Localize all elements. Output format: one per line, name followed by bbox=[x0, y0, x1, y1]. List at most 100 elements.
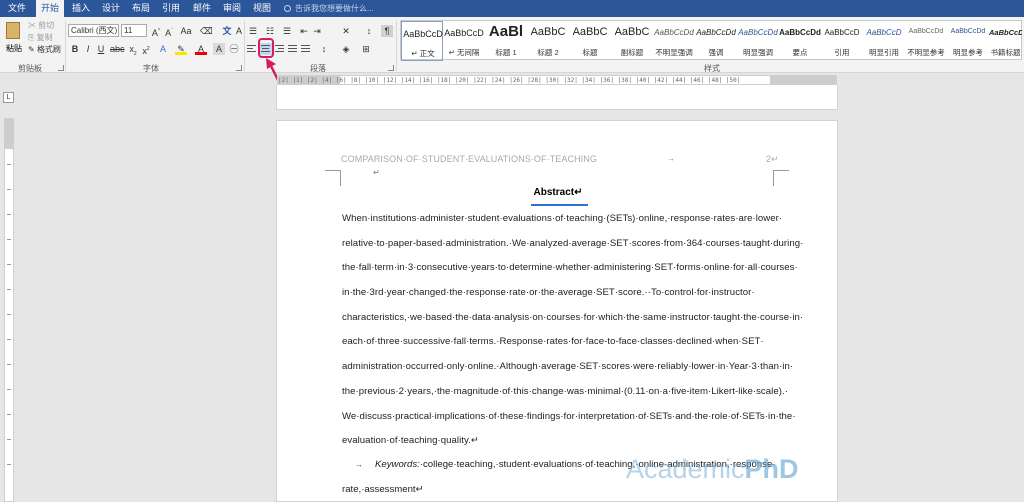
style-name: 书籍标题 bbox=[990, 48, 1021, 57]
subscript-icon[interactable]: x2 bbox=[127, 43, 139, 57]
style-intense-quote[interactable]: AaBbCcD 明显引用 bbox=[863, 21, 905, 61]
style-heading-2[interactable]: AaBbC 标题 2 bbox=[527, 21, 569, 61]
tab-selector-button[interactable]: L bbox=[3, 92, 14, 103]
style-subtle-emphasis[interactable]: AaBbCcDd 不明显强调 bbox=[653, 21, 695, 61]
tab-layout[interactable]: 布局 bbox=[128, 0, 154, 17]
align-right-icon[interactable] bbox=[273, 43, 286, 55]
change-case-icon[interactable]: Aa bbox=[180, 25, 192, 37]
style-sample: AaBbCcD bbox=[866, 28, 902, 37]
style-sample: AaBbCcDd bbox=[908, 28, 944, 35]
format-painter-button[interactable]: ✎ 格式刷 bbox=[28, 44, 61, 55]
superscript-icon[interactable]: x2 bbox=[140, 43, 152, 56]
tab-mailings[interactable]: 邮件 bbox=[189, 0, 215, 17]
bullets-icon[interactable]: ☰ bbox=[247, 25, 259, 37]
ribbon: 粘贴 ✂ 剪切 ⎘ 复制 ✎ 格式刷 剪贴板 Calibri (西文) 11 A… bbox=[0, 17, 1024, 73]
tab-insert[interactable]: 插入 bbox=[68, 0, 94, 17]
enclose-char-icon[interactable]: ㊀ bbox=[228, 43, 240, 55]
decrease-indent-icon[interactable]: ⇤ bbox=[298, 25, 310, 37]
style-name: 要点 bbox=[792, 48, 808, 57]
bold-icon[interactable]: B bbox=[69, 43, 81, 55]
cut-button[interactable]: ✂ 剪切 bbox=[28, 20, 54, 31]
font-size-select[interactable]: 11 bbox=[121, 24, 147, 37]
text-effects-icon[interactable]: A bbox=[157, 43, 169, 55]
style-name: 副标题 bbox=[620, 48, 644, 57]
font-name-select[interactable]: Calibri (西文) bbox=[68, 24, 119, 37]
font-launcher[interactable] bbox=[236, 65, 242, 71]
tab-design[interactable]: 设计 bbox=[98, 0, 124, 17]
tell-me-search[interactable]: 告诉我您想要做什么... bbox=[284, 0, 374, 17]
crop-mark bbox=[325, 170, 341, 171]
style-name: ↵ 无间隔 bbox=[448, 48, 480, 57]
cut-label: 剪切 bbox=[38, 21, 55, 30]
underline-icon[interactable]: U bbox=[95, 43, 107, 55]
ruler-tick bbox=[7, 189, 11, 190]
copy-button[interactable]: ⎘ 复制 bbox=[28, 32, 53, 43]
style-sample: AaBl bbox=[488, 23, 524, 40]
shrink-font-icon[interactable]: Aˇ bbox=[163, 25, 175, 38]
vertical-ruler[interactable] bbox=[4, 118, 14, 502]
sort-icon[interactable]: ↕ bbox=[363, 25, 375, 37]
style-intense-emphasis[interactable]: AaBbCcDd 明显强调 bbox=[737, 21, 779, 61]
borders-icon[interactable]: ⊞ bbox=[360, 43, 372, 55]
crop-mark bbox=[773, 170, 789, 171]
justify-icon[interactable] bbox=[286, 43, 299, 55]
style-emphasis[interactable]: AaBbCcDd 强调 bbox=[695, 21, 737, 61]
style-normal[interactable]: AaBbCcD ↵ 正文 bbox=[401, 21, 443, 61]
chinese-layout-icon[interactable]: ✕ bbox=[340, 25, 352, 37]
style-heading-1[interactable]: AaBl 标题 1 bbox=[485, 21, 527, 61]
increase-indent-icon[interactable]: ⇥ bbox=[311, 25, 323, 37]
paste-label: 粘贴 bbox=[6, 44, 22, 53]
font-color-icon[interactable]: A bbox=[195, 43, 207, 55]
previous-page bbox=[276, 85, 838, 110]
style-sample: AaBbCcDd bbox=[654, 28, 694, 37]
char-shading-icon[interactable]: A bbox=[213, 43, 225, 55]
grow-font-icon[interactable]: A^ bbox=[150, 25, 162, 38]
show-marks-icon[interactable]: ¶ bbox=[381, 25, 393, 37]
multilevel-list-icon[interactable]: ☰ bbox=[281, 25, 293, 37]
shading-icon[interactable]: ◈ bbox=[340, 43, 352, 55]
body-line: When·institutions·administer·student·eva… bbox=[342, 213, 783, 224]
tab-view[interactable]: 视图 bbox=[249, 0, 275, 17]
paragraph-launcher[interactable] bbox=[388, 65, 394, 71]
style-subtle-reference[interactable]: AaBbCcDd 不明显参考 bbox=[905, 21, 947, 61]
style-book-title[interactable]: AaBbCcDd 书籍标题 bbox=[989, 21, 1022, 61]
numbering-icon[interactable]: ☷ bbox=[264, 25, 276, 37]
body-line: the·previous·2·years,·the·magnitude·of·t… bbox=[342, 385, 788, 397]
tab-references[interactable]: 引用 bbox=[158, 0, 184, 17]
phonetic-guide-icon[interactable]: 文 bbox=[221, 25, 233, 37]
paste-button[interactable]: 粘贴 bbox=[3, 20, 23, 60]
clear-format-icon[interactable]: ⌫ bbox=[200, 25, 213, 37]
document-page[interactable]: COMPARISON·OF·STUDENT·EVALUATIONS·OF·TEA… bbox=[276, 120, 838, 502]
tab-file[interactable]: 文件 bbox=[4, 0, 30, 17]
line-spacing-icon[interactable]: ↕ bbox=[318, 43, 330, 55]
style-name: 明显参考 bbox=[953, 48, 983, 57]
clipboard-launcher[interactable] bbox=[58, 65, 64, 71]
horizontal-ruler[interactable]: |2| |1| |2| |4| |6| |8| |10| |12| |14| |… bbox=[277, 75, 837, 85]
style-no-spacing[interactable]: AaBbCcD ↵ 无间隔 bbox=[443, 21, 485, 61]
strikethrough-icon[interactable]: abc bbox=[110, 43, 125, 55]
watermark-part1: Academic bbox=[626, 454, 745, 484]
align-left-icon[interactable] bbox=[245, 43, 258, 55]
italic-icon[interactable]: I bbox=[82, 43, 94, 55]
ruler-tick bbox=[7, 214, 11, 215]
ruler-tick bbox=[7, 339, 11, 340]
distributed-icon[interactable] bbox=[299, 43, 312, 55]
body-line: We·discuss·practical·implications·of·the… bbox=[342, 410, 796, 422]
keywords-continuation: rate,·assessment↵ bbox=[342, 484, 424, 495]
tab-review[interactable]: 审阅 bbox=[219, 0, 245, 17]
clipboard-icon bbox=[6, 22, 20, 39]
style-sample: AaBbCcDd bbox=[989, 28, 1022, 37]
clipboard-group-label: 剪贴板 bbox=[18, 64, 42, 73]
style-quote[interactable]: AaBbCcD 引用 bbox=[821, 21, 863, 61]
style-intense-reference[interactable]: AaBbCcDd 明显参考 bbox=[947, 21, 989, 61]
ruler-tick bbox=[7, 439, 11, 440]
ruler-margin bbox=[770, 76, 836, 84]
highlight-icon[interactable]: ✎ bbox=[175, 43, 187, 55]
style-subtitle[interactable]: AaBbC 副标题 bbox=[611, 21, 653, 61]
style-title[interactable]: AaBbC 标题 bbox=[569, 21, 611, 61]
style-sample: AaBbCcDd bbox=[950, 28, 986, 35]
style-strong[interactable]: AaBbCcDd 要点 bbox=[779, 21, 821, 61]
tell-me-text: 告诉我您想要做什么... bbox=[295, 4, 374, 13]
style-name: 不明显强调 bbox=[655, 48, 693, 57]
tab-home[interactable]: 开始 bbox=[36, 0, 64, 17]
